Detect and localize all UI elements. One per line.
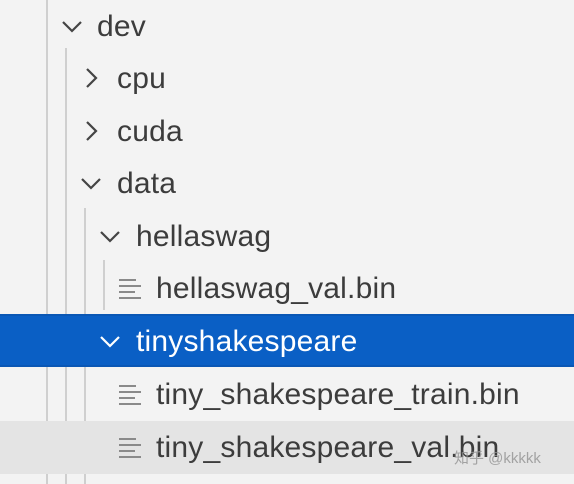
tree-item-cpu[interactable]: cpu: [0, 52, 574, 105]
chevron-down-icon[interactable]: [98, 329, 122, 353]
tree-item-tinyshakespeare[interactable]: tinyshakespeare: [0, 314, 574, 367]
tree-item-label: data: [117, 167, 177, 200]
chevron-right-icon[interactable]: [79, 66, 103, 90]
tree-item-label: hellaswag: [136, 220, 272, 253]
tree-item-label: dev: [97, 10, 146, 43]
watermark: 知乎 @kkkkk: [454, 450, 541, 467]
tree-item-label: tiny_shakespeare_val.bin: [156, 431, 500, 464]
file-lines-icon: [118, 437, 142, 459]
chevron-right-icon[interactable]: [79, 119, 103, 143]
tree-item-label: cpu: [117, 62, 166, 95]
chevron-down-icon[interactable]: [79, 171, 103, 195]
tree-item-cuda[interactable]: cuda: [0, 105, 574, 158]
tree-item-label: hellaswag_val.bin: [156, 272, 397, 305]
tree-item-data[interactable]: data: [0, 157, 574, 210]
tree-item-hellaswag[interactable]: hellaswag: [0, 210, 574, 263]
chevron-down-icon[interactable]: [98, 224, 122, 248]
tree-item-tiny-shakespeare-train-bin[interactable]: tiny_shakespeare_train.bin: [0, 368, 574, 421]
file-lines-icon: [118, 384, 142, 406]
tree-item-label: cuda: [117, 115, 183, 148]
tree-item-label: tinyshakespeare: [136, 325, 358, 358]
tree-item-hellaswag-val-bin[interactable]: hellaswag_val.bin: [0, 262, 574, 315]
file-explorer-tree: dev cpu cuda data hellaswag hellaswag_va…: [0, 0, 574, 484]
chevron-down-icon[interactable]: [60, 14, 84, 38]
file-lines-icon: [118, 278, 142, 300]
tree-item-dev[interactable]: dev: [0, 0, 574, 53]
tree-item-label: tiny_shakespeare_train.bin: [156, 378, 520, 411]
